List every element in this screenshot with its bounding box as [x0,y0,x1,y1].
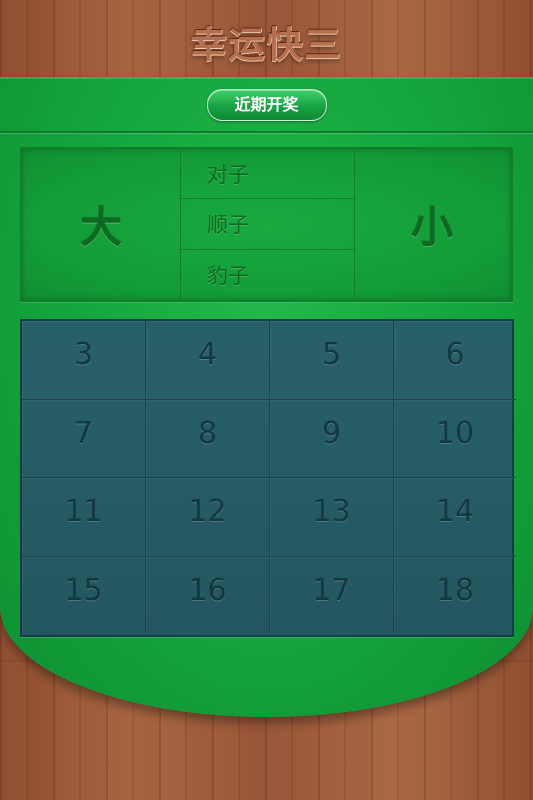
number-cell-14[interactable]: 14 [394,478,516,557]
number-cell-18[interactable]: 18 [394,557,516,636]
number-cell-10[interactable]: 10 [394,400,516,478]
app-title: 幸运快三 [190,25,343,66]
number-cell-12[interactable]: 12 [146,478,270,557]
number-cell-16[interactable]: 16 [146,556,270,635]
number-cell-6[interactable]: 6 [394,321,516,400]
bet-table: 大 对子 顺子 豹子 小 [20,147,513,302]
bet-small-button[interactable]: 小 [353,149,511,300]
number-cell-11[interactable]: 11 [22,478,146,557]
number-cell-8[interactable]: 8 [146,399,270,478]
game-board: 近期开奖 大 对子 顺子 豹子 小 3 4 5 6 7 8 9 10 11 12… [0,77,533,717]
number-cell-3[interactable]: 3 [22,321,146,400]
bet-triple-button[interactable]: 豹子 [181,250,354,300]
number-cell-15[interactable]: 15 [22,556,146,635]
recent-draws-button[interactable]: 近期开奖 [206,89,327,121]
board-header: 近期开奖 [0,77,533,133]
number-cell-13[interactable]: 13 [270,478,394,557]
bet-straight-button[interactable]: 顺子 [181,199,354,250]
number-cell-7[interactable]: 7 [22,399,146,478]
number-cell-17[interactable]: 17 [270,556,394,635]
bet-pair-button[interactable]: 对子 [181,149,354,200]
number-cell-9[interactable]: 9 [270,399,394,478]
bet-big-button[interactable]: 大 [22,149,180,300]
number-cell-4[interactable]: 4 [146,321,270,400]
bet-middle-column: 对子 顺子 豹子 [180,149,355,300]
number-cell-5[interactable]: 5 [270,321,394,400]
number-grid: 3 4 5 6 7 8 9 10 11 12 13 14 15 16 17 18 [20,319,516,637]
